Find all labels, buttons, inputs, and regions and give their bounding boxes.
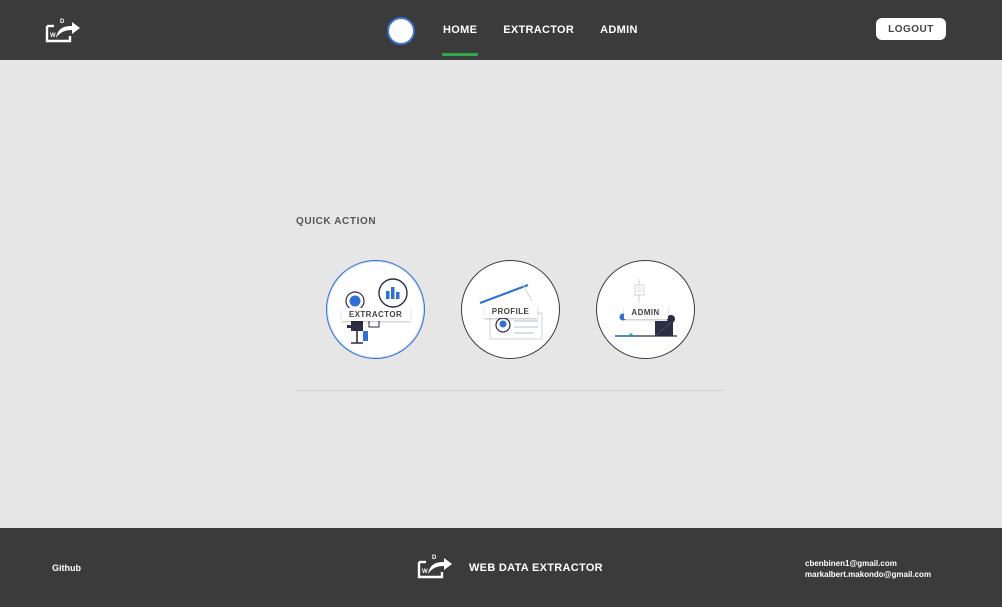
app-logo-icon[interactable]: D W (44, 16, 82, 44)
footer: Github D W WEB DATA EXTRACTOR cbenbinen1… (0, 528, 1002, 607)
profile-card-label: PROFILE (483, 305, 538, 318)
footer-logo-icon: D W (416, 552, 454, 580)
main-nav: HOME EXTRACTOR ADMIN (430, 0, 651, 60)
top-navbar: D W HOME EXTRACTOR ADMIN LOGOUT (0, 0, 1002, 60)
quick-action-admin[interactable]: ADMIN (596, 260, 695, 359)
svg-text:D: D (432, 555, 437, 561)
logout-button[interactable]: LOGOUT (876, 18, 946, 40)
nav-admin[interactable]: ADMIN (587, 24, 651, 36)
github-link[interactable]: Github (52, 563, 81, 573)
nav-home[interactable]: HOME (430, 24, 490, 56)
quick-action-extractor[interactable]: EXTRACTOR (326, 260, 425, 359)
quick-action-profile[interactable]: PROFILE (461, 260, 560, 359)
svg-text:W: W (422, 569, 428, 575)
user-avatar[interactable] (387, 17, 415, 45)
contact-emails: cbenbinen1@gmail.com markalbert.makondo@… (805, 558, 931, 580)
admin-card-label: ADMIN (623, 306, 668, 319)
nav-extractor[interactable]: EXTRACTOR (490, 24, 587, 36)
section-divider (296, 390, 724, 391)
extractor-card-label: EXTRACTOR (340, 308, 411, 321)
svg-text:W: W (50, 33, 56, 39)
quick-action-title: QUICK ACTION (296, 216, 377, 227)
footer-brand-name: WEB DATA EXTRACTOR (469, 562, 603, 574)
contact-email-link[interactable]: cbenbinen1@gmail.com (805, 558, 931, 569)
contact-email-link[interactable]: markalbert.makondo@gmail.com (805, 569, 931, 580)
svg-text:D: D (60, 19, 65, 25)
